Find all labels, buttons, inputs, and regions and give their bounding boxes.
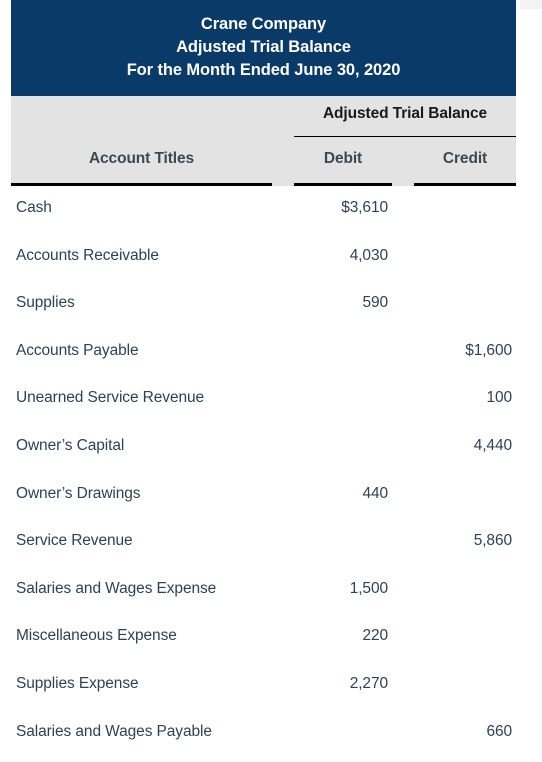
table-body: Cash $3,610 Accounts Receivable 4,030 Suppli… [11,186,516,758]
statement-period: For the Month Ended June 30, 2020 [126,61,401,79]
credit-amount-cell: 660 [486,722,512,740]
table-header: Adjusted Trial Balance Account Titles De… [11,96,516,186]
account-title-cell: Salaries and Wages Payable [16,722,212,740]
company-name: Crane Company [200,15,327,33]
account-title-cell: Unearned Service Revenue [16,389,205,407]
debit-amount-cell: 220 [362,627,388,645]
account-title-cell: Supplies [16,294,75,312]
account-title-cell: Salaries and Wages Expense [16,579,217,597]
account-title-cell: Accounts Payable [16,341,139,359]
table-row: Cash $3,610 [11,186,516,234]
debit-amount-cell: 440 [362,484,388,502]
table-row: Miscellaneous Expense 220 [11,614,516,662]
credit-amount-cell: 5,860 [473,532,512,550]
table-row: Salaries and Wages Expense 1,500 [11,567,516,615]
account-title-cell: Service Revenue [16,532,133,550]
statement-title-block: Crane Company Adjusted Trial Balance For… [11,0,516,96]
table-row: Supplies Expense 2,270 [11,662,516,710]
trial-balance-sheet: Crane Company Adjusted Trial Balance For… [11,0,516,758]
table-row: Unearned Service Revenue 100 [11,376,516,424]
column-group-rule [294,136,516,137]
debit-amount-cell: 1,500 [349,579,388,597]
column-header-credit: Credit [442,150,488,167]
table-row: Supplies 590 [11,281,516,329]
statement-name: Adjusted Trial Balance [176,38,351,56]
column-header-account-titles: Account Titles [88,150,195,167]
account-title-cell: Accounts Receivable [16,246,159,264]
column-group-header: Adjusted Trial Balance [322,105,488,122]
account-title-cell: Cash [16,199,52,216]
credit-amount-cell: 4,440 [473,436,512,454]
table-row: Owner’s Drawings 440 [11,472,516,520]
credit-amount-cell: 100 [486,389,512,407]
account-title-cell: Supplies Expense [16,674,139,692]
table-row: Salaries and Wages Payable 660 [11,710,516,758]
trial-balance-page: Crane Company Adjusted Trial Balance For… [0,0,542,762]
table-row: Accounts Payable $1,600 [11,329,516,377]
debit-amount-cell: 590 [362,294,388,312]
table-row: Owner’s Capital 4,440 [11,424,516,472]
column-header-debit: Debit [323,150,363,167]
scrollbar-track-sliver[interactable] [520,0,542,9]
account-title-cell: Owner’s Drawings [16,484,141,502]
account-title-cell: Owner’s Capital [16,436,125,454]
debit-amount-cell: 2,270 [349,674,388,692]
table-row: Service Revenue 5,860 [11,519,516,567]
table-row: Accounts Receivable 4,030 [11,234,516,282]
credit-amount-cell: $1,600 [465,341,512,359]
account-title-cell: Miscellaneous Expense [16,627,177,645]
debit-amount-cell: 4,030 [349,246,388,264]
debit-amount-cell: $3,610 [341,199,388,216]
